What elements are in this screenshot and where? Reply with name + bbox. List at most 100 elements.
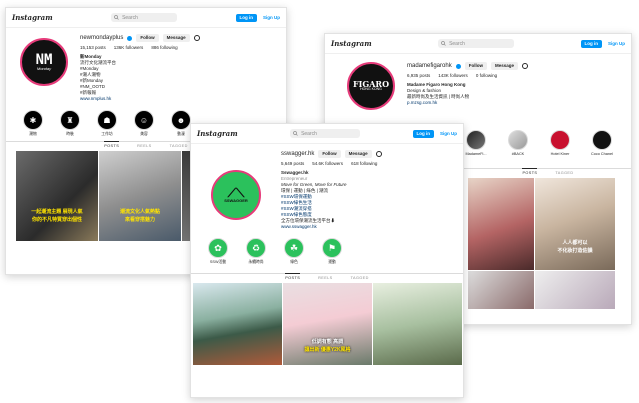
- login-button[interactable]: Log in: [412, 129, 435, 138]
- highlight-item[interactable]: ⚑ 運動: [321, 238, 343, 265]
- tab-posts[interactable]: POSTS: [522, 168, 538, 175]
- follow-button[interactable]: Follow: [464, 62, 487, 70]
- highlight-item[interactable]: ☘ 綠色: [283, 238, 305, 265]
- highlight-item[interactable]: #BACK: [507, 130, 529, 156]
- search-input[interactable]: Search: [290, 129, 361, 138]
- search-icon: [441, 41, 446, 46]
- follow-button[interactable]: Follow: [136, 34, 159, 42]
- profile-header: ⟋⟍ SSWAGGER sswagger.hk Follow Message 5…: [191, 144, 463, 234]
- top-navbar: Instagram Search Log in Sign Up: [325, 34, 631, 54]
- tab-tagged[interactable]: TAGGED: [555, 171, 573, 175]
- avatar-logo-text: NM: [35, 52, 53, 68]
- post-thumbnail[interactable]: [373, 283, 462, 365]
- highlight-label: Coco Chanel: [591, 152, 613, 156]
- avatar-logo-text: SSWAGGER: [224, 198, 248, 203]
- tab-reels[interactable]: REELS: [318, 276, 332, 280]
- search-placeholder: Search: [449, 40, 465, 47]
- search-placeholder: Search: [122, 14, 138, 21]
- post-thumbnail[interactable]: [468, 178, 534, 270]
- message-button[interactable]: Message: [344, 150, 372, 158]
- signup-link[interactable]: Sign Up: [608, 41, 625, 46]
- settings-icon[interactable]: [521, 63, 528, 69]
- avatar[interactable]: NM Monday: [20, 38, 68, 86]
- bio-link[interactable]: www.sswagger.hk: [281, 224, 382, 230]
- profile-info: sswagger.hk Follow Message 5,649 posts 5…: [281, 150, 382, 230]
- highlight-label: 永續時尚: [248, 260, 264, 264]
- follow-button[interactable]: Follow: [318, 150, 341, 158]
- highlight-item[interactable]: ♜ 時裝: [59, 110, 81, 137]
- tab-posts[interactable]: POSTS: [104, 141, 120, 148]
- post-thumbnail[interactable]: [535, 271, 615, 309]
- posts-count: 6,935 posts: [407, 73, 431, 78]
- username: newmondayplus: [80, 35, 124, 41]
- post-thumbnail[interactable]: 低調有態 高調 讓出新 優惠Y2K風格: [283, 283, 372, 365]
- following-count[interactable]: 0 following: [476, 73, 497, 79]
- message-button[interactable]: Message: [490, 62, 518, 70]
- highlight-item[interactable]: ☗ 工作坊: [96, 110, 118, 137]
- highlight-label: 美容: [140, 132, 148, 136]
- following-count[interactable]: 886 following: [151, 45, 177, 51]
- post-thumbnail[interactable]: 潮流文化人氣熱點 來看穿搭魅力: [99, 151, 181, 241]
- instagram-logo[interactable]: Instagram: [197, 129, 238, 138]
- settings-icon[interactable]: [193, 35, 200, 41]
- post-thumbnail[interactable]: [468, 271, 534, 309]
- tab-tagged[interactable]: TAGGED: [170, 144, 188, 148]
- followers-count[interactable]: 54.6K followers: [312, 161, 343, 167]
- highlight-item[interactable]: ✱ 潮物: [22, 110, 44, 137]
- posts-count: 5,649 posts: [281, 161, 305, 166]
- instagram-logo[interactable]: Instagram: [331, 39, 372, 48]
- post-caption: 潮流文化人氣熱點: [119, 209, 160, 215]
- highlight-label: 工作坊: [101, 132, 113, 136]
- message-button[interactable]: Message: [162, 34, 190, 42]
- followers-count[interactable]: 136K followers: [114, 45, 144, 51]
- following-count[interactable]: 618 following: [351, 161, 377, 167]
- post-thumbnail[interactable]: 一起潮流主題 展現人氣 你的不凡特質穿出個性: [16, 151, 98, 241]
- post-thumbnail[interactable]: [193, 283, 282, 365]
- login-button[interactable]: Log in: [580, 39, 603, 48]
- signup-link[interactable]: Sign Up: [440, 131, 457, 136]
- search-input[interactable]: Search: [438, 39, 515, 48]
- avatar[interactable]: FIGARO HONG KONG: [347, 62, 395, 110]
- profile-info: madamefigarohk Follow Message 6,935 post…: [407, 62, 528, 110]
- profile-stats: 5,649 posts 54.6K followers 618 followin…: [281, 161, 382, 167]
- signup-link[interactable]: Sign Up: [263, 15, 280, 20]
- window-sswagger: Instagram Search Log in Sign Up ⟋⟍ SSWAG…: [190, 123, 464, 398]
- settings-icon[interactable]: [375, 151, 382, 157]
- story-highlights: ✿ SSW活動 ♻ 永續時尚 ☘ 綠色 ⚑ 運動: [191, 234, 463, 269]
- username: sswagger.hk: [281, 151, 315, 157]
- tab-posts[interactable]: POSTS: [285, 273, 301, 280]
- highlight-item[interactable]: ♻ 永續時尚: [245, 238, 267, 265]
- profile-stats: 6,935 posts 143K followers 0 following: [407, 73, 528, 79]
- search-placeholder: Search: [301, 130, 317, 137]
- followers-count[interactable]: 143K followers: [438, 73, 468, 79]
- highlight-item[interactable]: ☻ 動漫: [170, 110, 192, 137]
- instagram-logo[interactable]: Instagram: [12, 13, 53, 22]
- search-icon: [114, 15, 119, 20]
- login-button[interactable]: Log in: [235, 13, 258, 22]
- search-input[interactable]: Search: [111, 13, 178, 22]
- post-thumbnail[interactable]: 人人都可以 不化妝打造佐韻: [535, 178, 615, 270]
- search-icon: [293, 131, 298, 136]
- highlight-label: 運動: [328, 260, 336, 264]
- tab-tagged[interactable]: TAGGED: [351, 276, 369, 280]
- profile-tabs: POSTS REELS TAGGED: [191, 273, 463, 283]
- bio: Madame Figaro Hong Kong Design & fashion…: [407, 82, 528, 106]
- highlight-label: #BACK: [511, 152, 525, 156]
- bio-link[interactable]: p.mzsg.com.hk: [407, 100, 528, 106]
- bio: Sswagger.hk Entrepreneur Move for Green,…: [281, 170, 382, 230]
- highlight-item[interactable]: ✿ SSW活動: [207, 238, 229, 265]
- avatar[interactable]: ⟋⟍ SSWAGGER: [211, 170, 261, 220]
- highlight-item[interactable]: ☺ 美容: [133, 110, 155, 137]
- post-grid: 人人都可以 不化妝打造佐韻: [468, 178, 631, 309]
- highlight-label: SSW活動: [209, 260, 227, 264]
- post-grid: 低調有態 高調 讓出新 優惠Y2K風格: [191, 283, 463, 365]
- profile-info: newmondayplus Follow Message 15,153 post…: [80, 34, 200, 102]
- top-navbar: Instagram Search Log in Sign Up: [191, 124, 463, 144]
- highlight-item[interactable]: MadameFi...: [465, 130, 487, 156]
- highlight-item[interactable]: Hotel Kiner: [549, 130, 571, 156]
- bio-link[interactable]: www.nmplus.hk: [80, 96, 200, 102]
- highlight-item[interactable]: Coco Chanel: [591, 130, 613, 156]
- verified-badge-icon: [455, 63, 461, 69]
- tab-reels[interactable]: REELS: [137, 144, 151, 148]
- highlight-label: 時裝: [66, 132, 74, 136]
